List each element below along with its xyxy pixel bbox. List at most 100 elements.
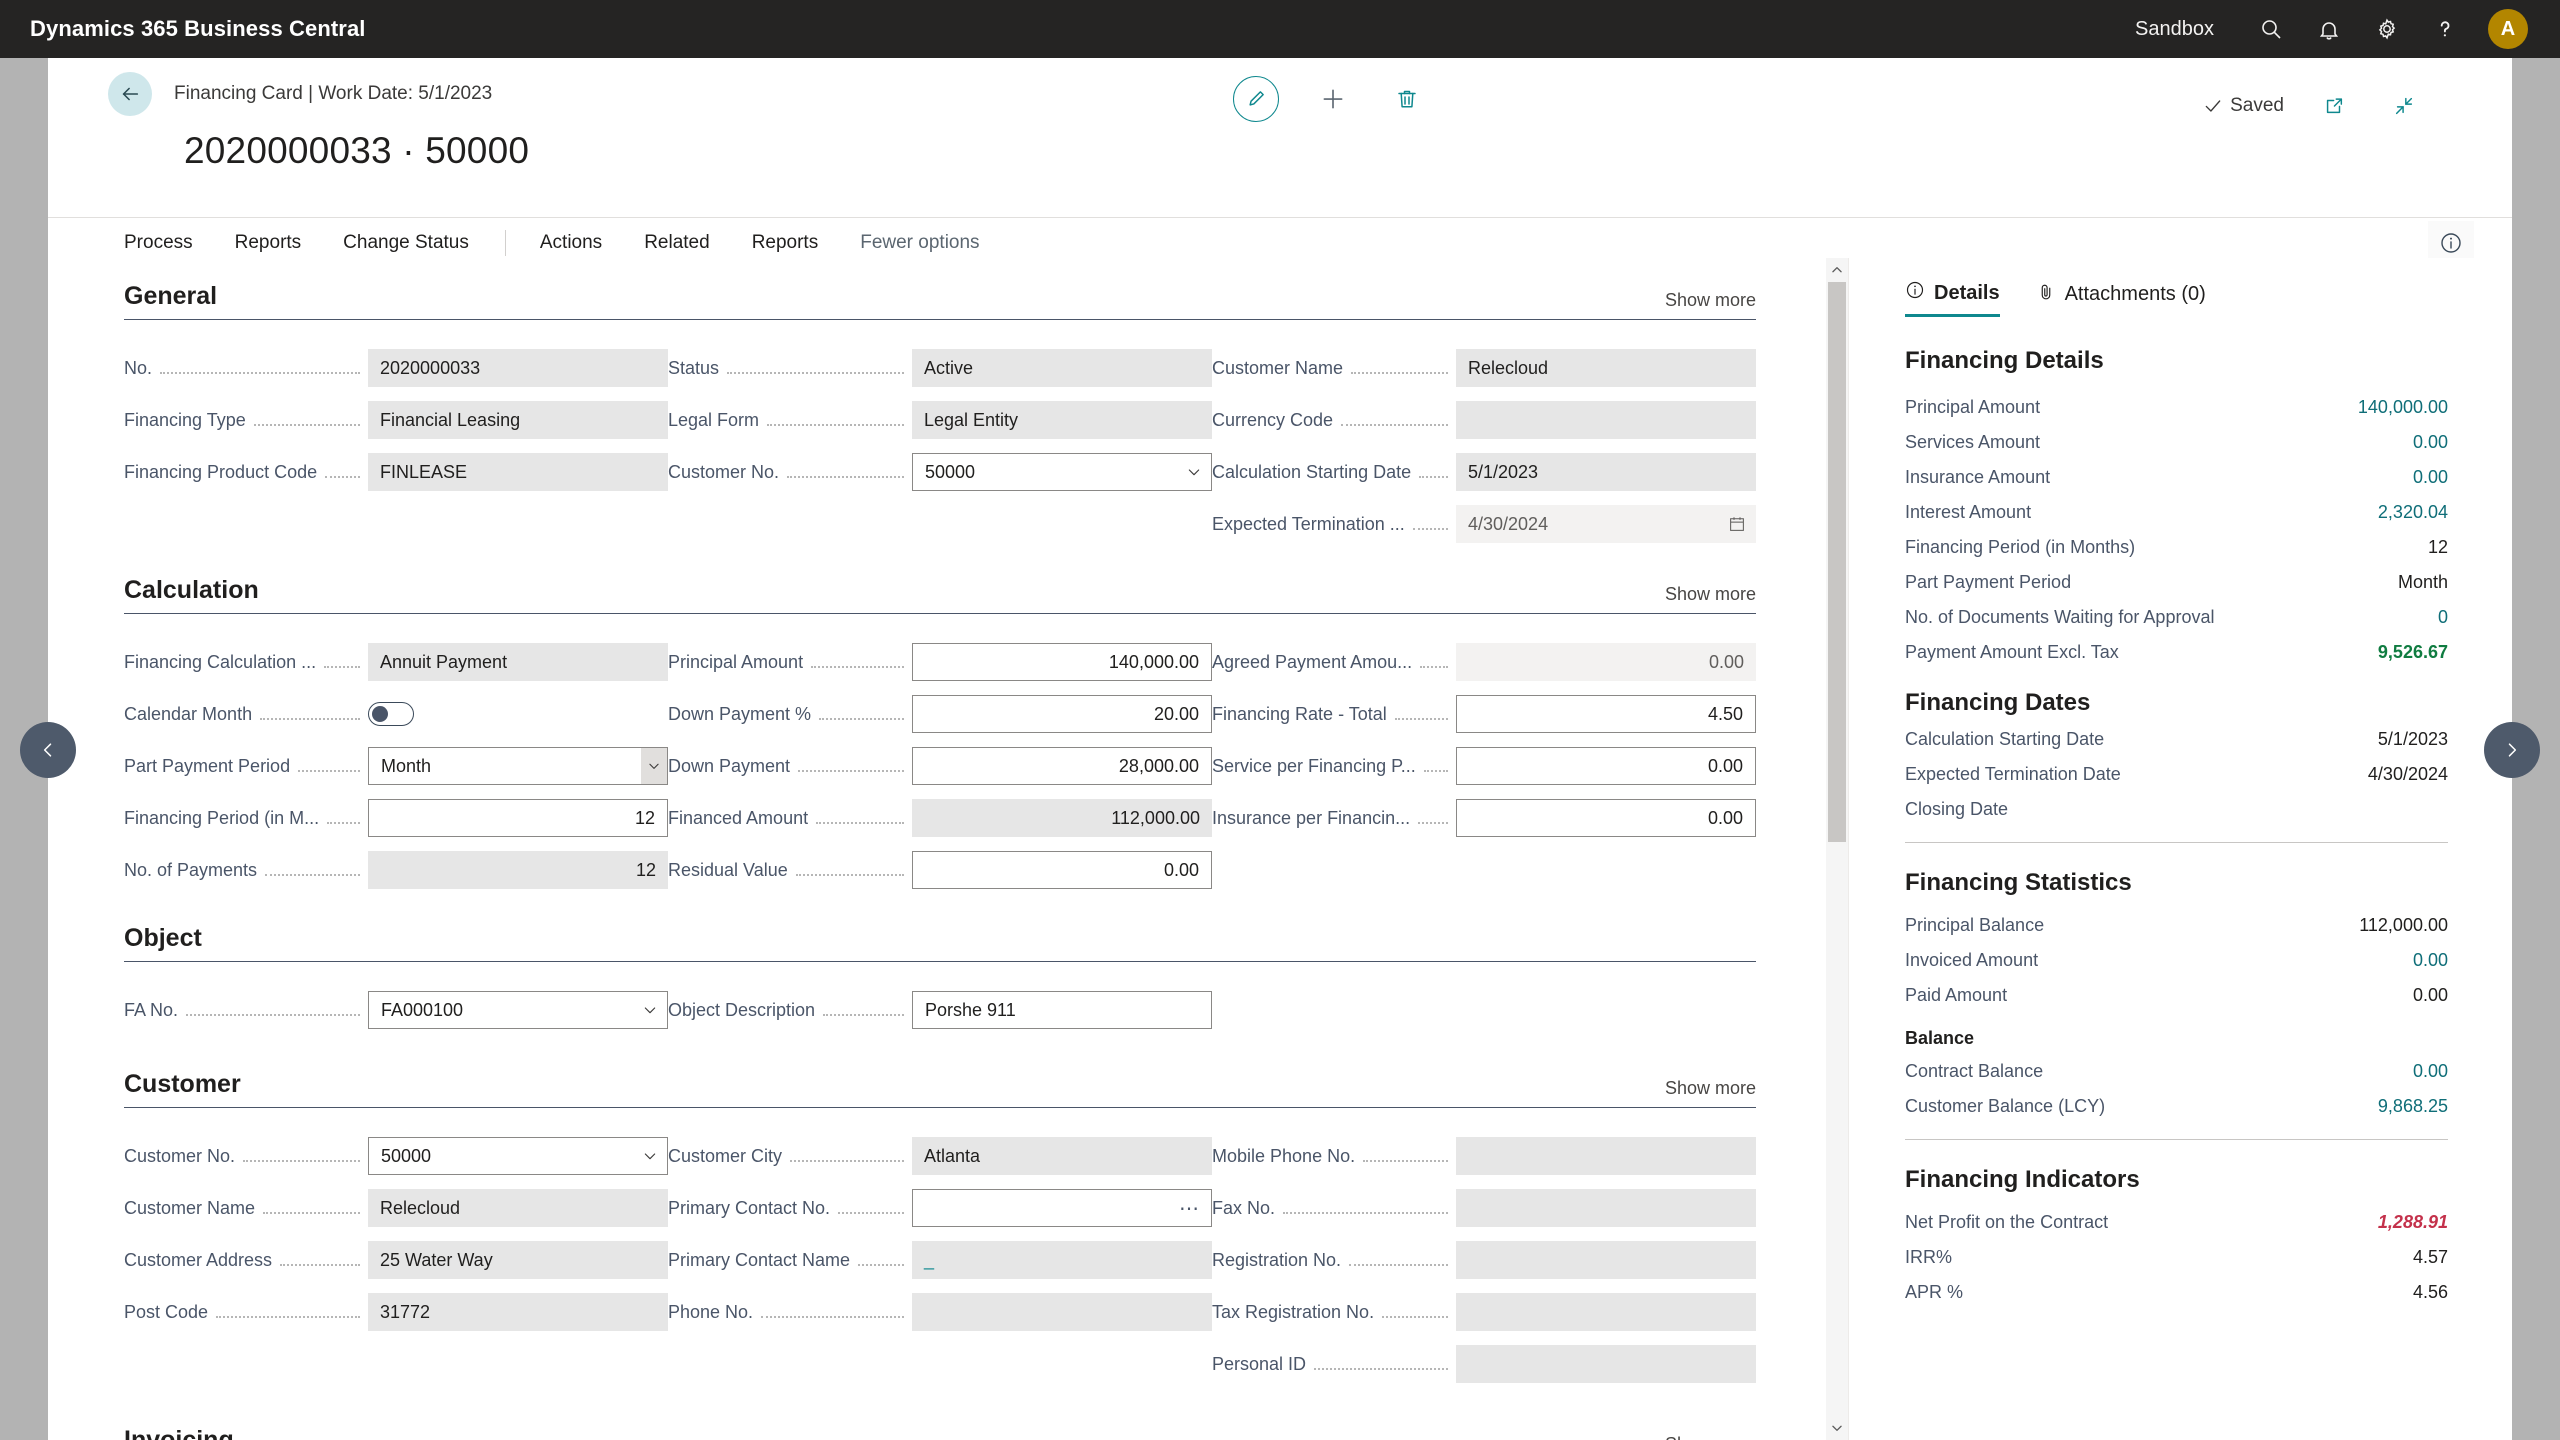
help-icon[interactable] <box>2416 0 2474 58</box>
financing-rate-total-input[interactable]: 4.50 <box>1456 695 1756 733</box>
agreed-payment-amount-input[interactable]: 0.00 <box>1456 643 1756 681</box>
ribbon-item-change-status[interactable]: Change Status <box>343 232 469 254</box>
post-code-input[interactable]: 31772 <box>368 1293 668 1331</box>
ribbon-item-reports[interactable]: Reports <box>235 232 302 254</box>
section-calculation: Calculation Show more Financing Calculat… <box>124 576 1848 896</box>
field-primary-contact-name: Primary Contact Name _ <box>668 1234 1212 1286</box>
collapse-icon[interactable] <box>2384 86 2424 126</box>
calculation-starting-date-input[interactable]: 5/1/2023 <box>1456 453 1756 491</box>
leader-dots <box>823 1004 904 1016</box>
status-input[interactable]: Active <box>912 349 1212 387</box>
service-per-financing-input[interactable]: 0.00 <box>1456 747 1756 785</box>
currency-code-input[interactable] <box>1456 401 1756 439</box>
new-plus-icon[interactable] <box>1313 79 1353 119</box>
customer-no-dropdown[interactable]: 50000 <box>912 453 1212 491</box>
detail-value: 5/1/2023 <box>2377 729 2448 749</box>
fax-no-input[interactable] <box>1456 1189 1756 1227</box>
expected-termination-date-input[interactable]: 4/30/2024 <box>1456 505 1756 543</box>
customer-address-input[interactable]: 25 Water Way <box>368 1241 668 1279</box>
legal-form-input[interactable]: Legal Entity <box>912 401 1212 439</box>
show-more-calculation[interactable]: Show more <box>1665 584 1756 605</box>
detail-value[interactable]: 2,320.04 <box>2378 502 2448 523</box>
fa-no-dropdown[interactable]: FA000100 <box>368 991 668 1029</box>
detail-key: Payment Amount Excl. Tax <box>1905 642 2119 662</box>
registration-no-input[interactable] <box>1456 1241 1756 1279</box>
edit-pencil-icon[interactable] <box>1233 76 1279 122</box>
back-button[interactable] <box>108 72 152 116</box>
page-header: Financing Card | Work Date: 5/1/2023 Sav… <box>48 58 2512 203</box>
customer-name-input[interactable]: Relecloud <box>1456 349 1756 387</box>
field-status: Status Active <box>668 342 1212 394</box>
primary-contact-no-lookup[interactable]: ⋯ <box>912 1189 1212 1227</box>
part-payment-period-select[interactable]: Month <box>368 747 668 785</box>
tab-attachments[interactable]: Attachments (0) <box>2036 282 2206 316</box>
scroll-up-arrow[interactable] <box>1826 258 1848 282</box>
show-more-customer[interactable]: Show more <box>1665 1078 1756 1099</box>
fewer-options-button[interactable]: Fewer options <box>860 232 979 254</box>
calendar-month-toggle[interactable] <box>368 702 414 726</box>
show-more-general[interactable]: Show more <box>1665 290 1756 311</box>
scroll-down-arrow[interactable] <box>1826 1416 1848 1440</box>
scrollbar-thumb[interactable] <box>1828 282 1846 842</box>
ribbon-item-related[interactable]: Related <box>644 232 710 254</box>
avatar[interactable]: A <box>2488 9 2528 49</box>
insurance-per-financing-input[interactable]: 0.00 <box>1456 799 1756 837</box>
leader-dots <box>280 1254 360 1266</box>
leader-dots <box>727 362 904 374</box>
calendar-icon[interactable] <box>1728 505 1746 543</box>
phone-no-input[interactable] <box>912 1293 1212 1331</box>
no-input[interactable]: 2020000033 <box>368 349 668 387</box>
primary-contact-name-input[interactable]: _ <box>912 1241 1212 1279</box>
financed-amount-input[interactable]: 112,000.00 <box>912 799 1212 837</box>
toggle-knob <box>372 705 388 722</box>
previous-record-button[interactable] <box>20 722 76 778</box>
customer-city-input[interactable]: Atlanta <box>912 1137 1212 1175</box>
open-in-new-window-icon[interactable] <box>2314 86 2354 126</box>
search-icon[interactable] <box>2242 0 2300 58</box>
detail-key: Contract Balance <box>1905 1061 2044 1081</box>
tab-details[interactable]: Details <box>1905 280 2000 317</box>
section-object-header: Object <box>124 924 1756 962</box>
ribbon-item-reports-2[interactable]: Reports <box>752 232 819 254</box>
residual-value-input[interactable]: 0.00 <box>912 851 1212 889</box>
detail-value[interactable]: 0.00 <box>2413 467 2448 488</box>
detail-value[interactable]: 0.00 <box>2413 1061 2448 1082</box>
leader-dots <box>767 414 904 426</box>
gear-icon[interactable] <box>2358 0 2416 58</box>
financing-product-code-input[interactable]: FINLEASE <box>368 453 668 491</box>
detail-value: 4/30/2024 <box>2367 764 2448 784</box>
object-description-input[interactable]: Porshe 911 <box>912 991 1212 1029</box>
down-payment-pct-input[interactable]: 20.00 <box>912 695 1212 733</box>
down-payment-input[interactable]: 28,000.00 <box>912 747 1212 785</box>
leader-dots <box>1382 1306 1448 1318</box>
personal-id-input[interactable] <box>1456 1345 1756 1383</box>
delete-trash-icon[interactable] <box>1387 79 1427 119</box>
show-more-invoicing[interactable]: Show more <box>1665 1434 1756 1440</box>
financing-period-input[interactable]: 12 <box>368 799 668 837</box>
financing-calculation-input[interactable]: Annuit Payment <box>368 643 668 681</box>
financing-type-input[interactable]: Financial Leasing <box>368 401 668 439</box>
ellipsis-lookup-icon[interactable]: ⋯ <box>1179 1189 1200 1227</box>
leader-dots <box>160 362 360 374</box>
main-vertical-scrollbar[interactable] <box>1826 258 1848 1440</box>
bell-icon[interactable] <box>2300 0 2358 58</box>
principal-amount-input[interactable]: 140,000.00 <box>912 643 1212 681</box>
ribbon-item-actions[interactable]: Actions <box>540 232 602 254</box>
ribbon-item-process[interactable]: Process <box>124 232 193 254</box>
customer-name-input-2[interactable]: Relecloud <box>368 1189 668 1227</box>
mobile-phone-no-input[interactable] <box>1456 1137 1756 1175</box>
no-of-payments-input[interactable]: 12 <box>368 851 668 889</box>
next-record-button[interactable] <box>2484 722 2540 778</box>
customer-no-dropdown-2[interactable]: 50000 <box>368 1137 668 1175</box>
breadcrumb[interactable]: Financing Card | Work Date: 5/1/2023 <box>174 83 492 105</box>
detail-key: APR % <box>1905 1282 1964 1302</box>
detail-value[interactable]: 140,000.00 <box>2358 397 2448 418</box>
field-customer-no-general: Customer No. 50000 <box>668 446 1212 498</box>
field-customer-name: Customer Name Relecloud <box>124 1182 668 1234</box>
detail-value[interactable]: 0 <box>2438 607 2448 628</box>
detail-row: Part Payment Period Month <box>1905 572 2448 593</box>
detail-value[interactable]: 0.00 <box>2413 432 2448 453</box>
detail-value[interactable]: 9,868.25 <box>2378 1096 2448 1117</box>
detail-value[interactable]: 0.00 <box>2413 950 2448 971</box>
tax-registration-no-input[interactable] <box>1456 1293 1756 1331</box>
